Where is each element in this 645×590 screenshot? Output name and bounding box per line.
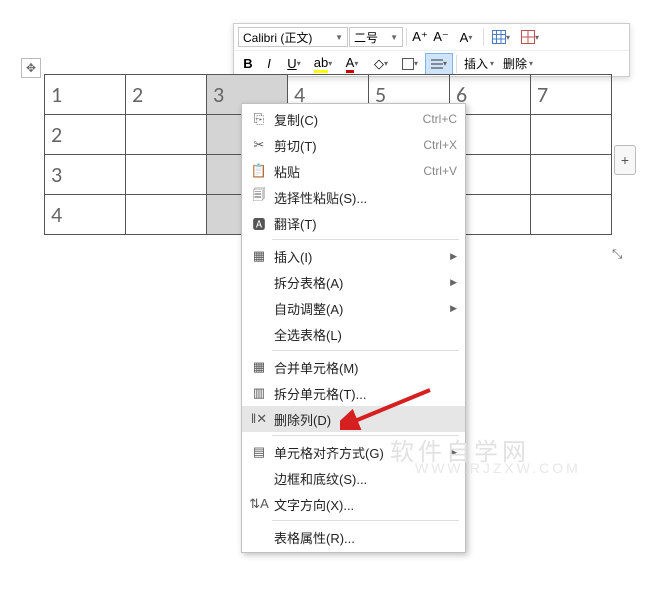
delete-column-icon: ǁ✕	[248, 411, 270, 427]
table-insert-dropdown[interactable]: ▾	[487, 26, 515, 48]
font-name-combo[interactable]: Calibri (正文) ▼	[238, 27, 348, 47]
ctx-table-properties[interactable]: 表格属性(R)...	[242, 524, 465, 550]
chevron-down-icon: ▾	[384, 59, 388, 68]
ctx-text-direction[interactable]: ⇅A 文字方向(X)...	[242, 491, 465, 517]
font-style-dropdown[interactable]: A▾	[452, 26, 480, 48]
shading-button[interactable]: ◇▾	[367, 53, 395, 75]
font-color-button[interactable]: A▾	[338, 53, 366, 75]
context-separator	[272, 239, 459, 240]
ctx-select-table[interactable]: 全选表格(L)	[242, 321, 465, 347]
align-button[interactable]: ▾	[425, 53, 453, 75]
ctx-paste[interactable]: 📋 粘贴 Ctrl+V	[242, 158, 465, 184]
chevron-right-icon: ▶	[450, 277, 457, 288]
chevron-down-icon: ▾	[354, 59, 358, 68]
grow-font-button[interactable]: A⁺	[410, 26, 430, 48]
split-icon: ▥	[248, 385, 270, 401]
chevron-right-icon: ▶	[450, 303, 457, 314]
ctx-split-table[interactable]: 拆分表格(A) ▶	[242, 269, 465, 295]
font-size-combo[interactable]: 二号 ▼	[349, 27, 403, 47]
context-separator	[272, 350, 459, 351]
table-delete-dropdown[interactable]: ▾	[516, 26, 544, 48]
mini-toolbar-row-1: Calibri (正文)▼ 二号▼ A⁺ A⁻ A▾ ▾ ▾	[234, 24, 629, 50]
chevron-right-icon: ▶	[450, 447, 457, 458]
ctx-insert[interactable]: ▦ 插入(I) ▶	[242, 243, 465, 269]
ctx-translate[interactable]: 🅰 翻译(T)	[242, 210, 465, 236]
ctx-cut[interactable]: ✂ 剪切(T) Ctrl+X	[242, 132, 465, 158]
table-cell[interactable]: 2	[45, 115, 126, 155]
clipboard-special-icon: 🗐	[248, 186, 270, 208]
font-color-icon: A	[346, 55, 355, 73]
chevron-down-icon: ▼	[390, 33, 398, 42]
chevron-down-icon: ▾	[490, 59, 494, 68]
separator	[483, 28, 484, 46]
context-menu: ⎘ 复制(C) Ctrl+C ✂ 剪切(T) Ctrl+X 📋 粘贴 Ctrl+…	[241, 103, 466, 553]
font-name-value: Calibri (正文)	[243, 29, 312, 46]
border-icon	[402, 58, 414, 70]
font-size-value: 二号	[354, 29, 378, 46]
table-icon: ▦	[248, 248, 270, 264]
copy-icon: ⎘	[248, 111, 270, 127]
ctx-copy[interactable]: ⎘ 复制(C) Ctrl+C	[242, 106, 465, 132]
table-cell[interactable]	[531, 115, 612, 155]
ctx-cell-align[interactable]: ▤ 单元格对齐方式(G) ▶	[242, 439, 465, 465]
table-cell[interactable]: 1	[45, 75, 126, 115]
chevron-right-icon: ▶	[450, 251, 457, 262]
merge-icon: ▦	[248, 359, 270, 375]
table-cell[interactable]: 3	[45, 155, 126, 195]
move-icon: ✥	[26, 61, 36, 75]
letter-a-icon: A	[460, 30, 469, 45]
italic-button[interactable]: I	[259, 53, 279, 75]
chevron-down-icon: ▾	[468, 33, 472, 42]
chevron-down-icon: ▾	[535, 33, 539, 42]
table-cell[interactable]	[126, 155, 207, 195]
floating-mini-toolbar: Calibri (正文)▼ 二号▼ A⁺ A⁻ A▾ ▾ ▾ B I U▾ ab…	[233, 23, 630, 77]
highlight-button[interactable]: ab▾	[309, 53, 337, 75]
chevron-down-icon: ▾	[506, 33, 510, 42]
table-cell[interactable]	[126, 195, 207, 235]
annotation-arrow	[340, 385, 435, 430]
table-cell[interactable]: 4	[45, 195, 126, 235]
translate-icon: 🅰	[248, 214, 270, 233]
paint-bucket-icon: ◇	[374, 56, 384, 72]
chevron-down-icon: ▾	[529, 59, 533, 68]
context-separator	[272, 520, 459, 521]
table-cell[interactable]: 2	[126, 75, 207, 115]
table-move-anchor[interactable]: ✥	[21, 58, 41, 78]
add-column-button[interactable]: +	[614, 145, 636, 175]
context-separator	[272, 435, 459, 436]
ctx-merge-cells[interactable]: ▦ 合并单元格(M)	[242, 354, 465, 380]
delete-menu-button[interactable]: 删除▾	[499, 55, 537, 72]
borders-button[interactable]: ▾	[396, 53, 424, 75]
bold-button[interactable]: B	[238, 53, 258, 75]
scissors-icon: ✂	[248, 137, 270, 153]
chevron-down-icon: ▾	[297, 59, 301, 68]
table-cell[interactable]	[531, 155, 612, 195]
align-icon	[431, 59, 443, 69]
chevron-down-icon: ▾	[414, 59, 418, 68]
insert-menu-button[interactable]: 插入▾	[460, 55, 498, 72]
clipboard-icon: 📋	[248, 163, 270, 179]
table-cell[interactable]: 7	[531, 75, 612, 115]
ctx-paste-special[interactable]: 🗐 选择性粘贴(S)...	[242, 184, 465, 210]
chevron-down-icon: ▾	[328, 59, 332, 68]
text-direction-icon: ⇅A	[248, 496, 270, 512]
ctx-border-shading[interactable]: 边框和底纹(S)...	[242, 465, 465, 491]
separator	[456, 55, 457, 73]
table-delete-icon	[521, 30, 535, 44]
table-cell[interactable]	[531, 195, 612, 235]
shrink-font-button[interactable]: A⁻	[431, 26, 451, 48]
table-resize-handle[interactable]: ⤡	[612, 246, 622, 262]
align-icon: ▤	[248, 444, 270, 460]
table-cell[interactable]	[126, 115, 207, 155]
underline-button[interactable]: U▾	[280, 53, 308, 75]
plus-icon: +	[621, 152, 629, 168]
mini-toolbar-row-2: B I U▾ ab▾ A▾ ◇▾ ▾ ▾ 插入▾ 删除▾	[234, 50, 629, 76]
chevron-down-icon: ▼	[335, 33, 343, 42]
ctx-autofit[interactable]: 自动调整(A) ▶	[242, 295, 465, 321]
chevron-down-icon: ▾	[443, 59, 447, 68]
highlight-icon: ab	[314, 55, 328, 73]
table-icon	[492, 30, 506, 44]
separator	[406, 28, 407, 46]
